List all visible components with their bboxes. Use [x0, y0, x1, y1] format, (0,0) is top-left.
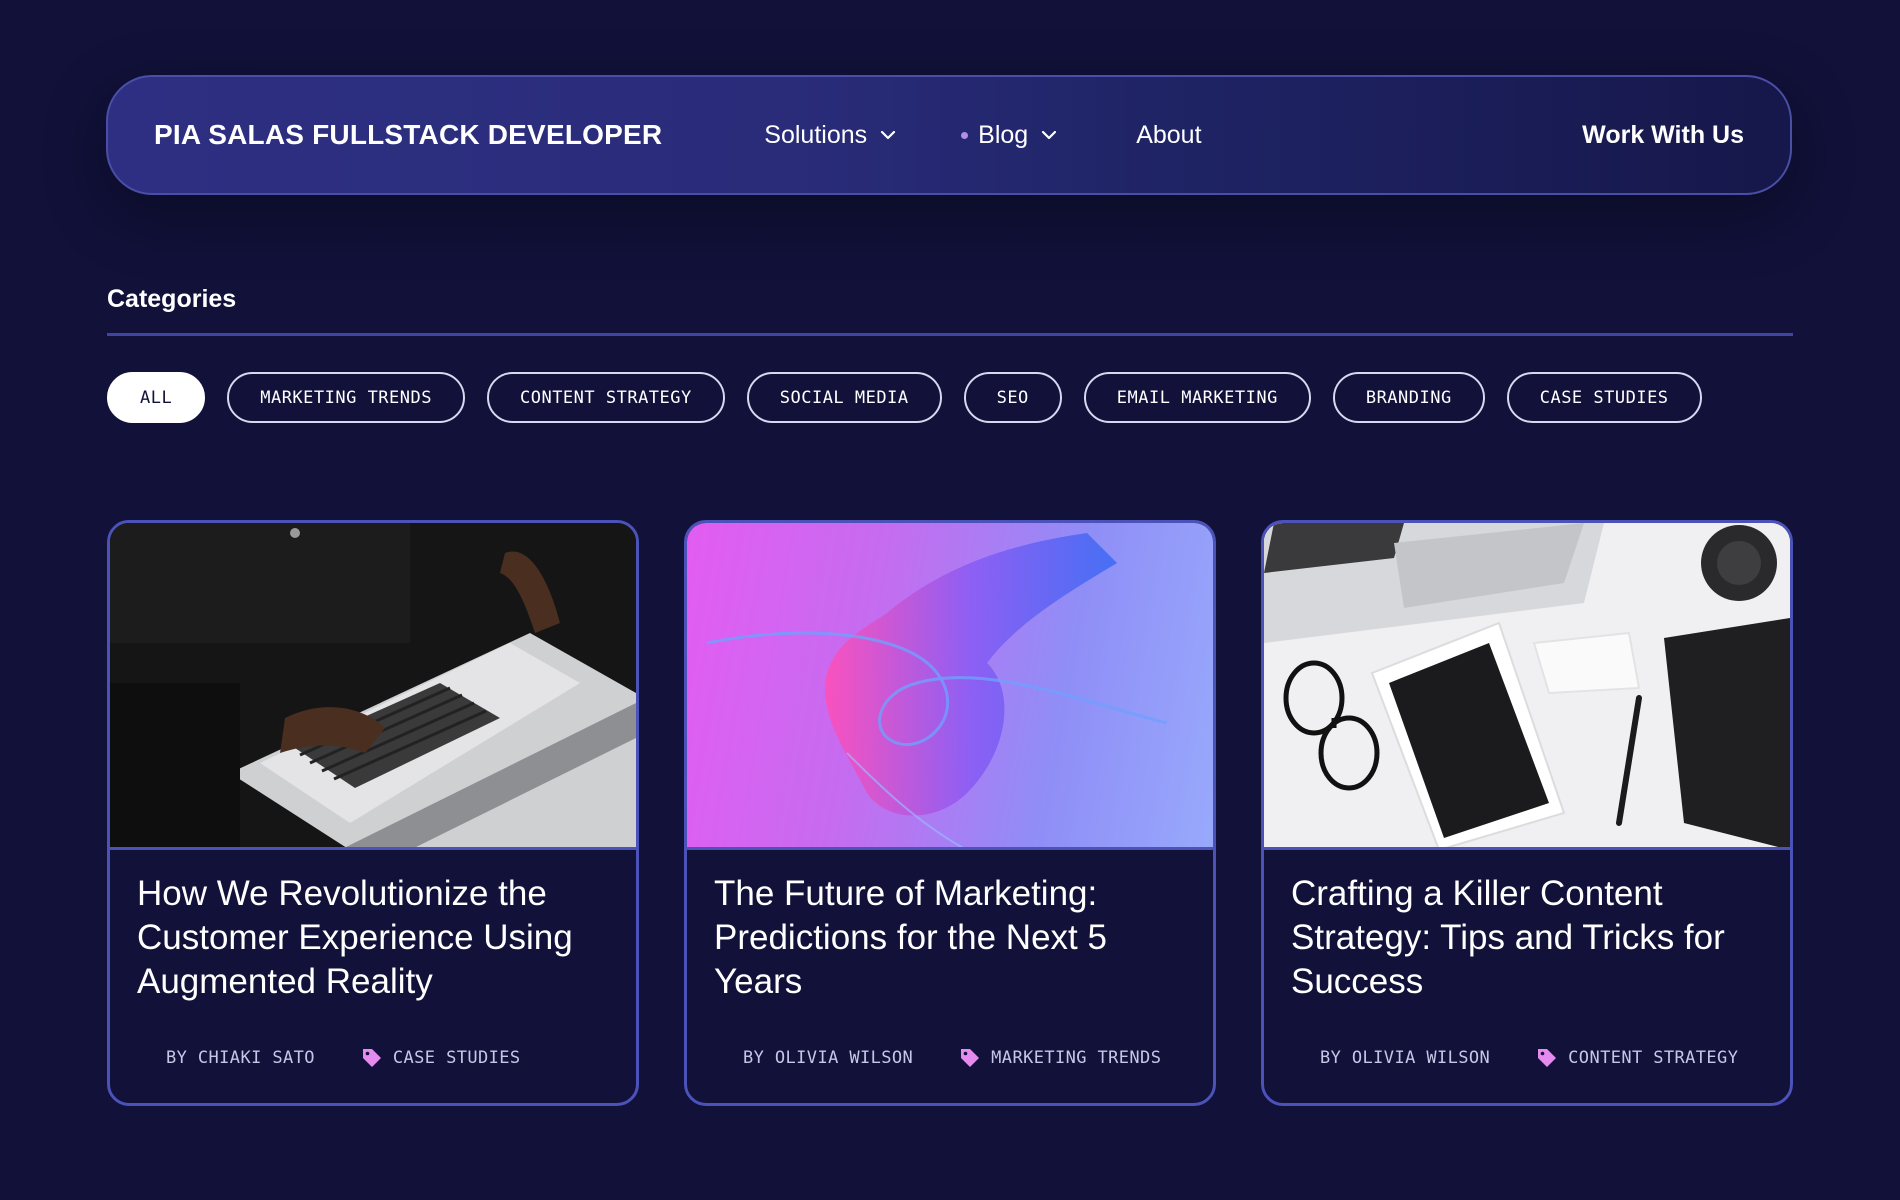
nav-item-about[interactable]: About: [1136, 121, 1201, 150]
nav-item-label: Solutions: [764, 120, 868, 149]
brand-logo-text[interactable]: PIA SALAS FULLSTACK DEVELOPER: [154, 119, 662, 151]
categories-heading: Categories: [107, 285, 237, 313]
post-category-label: MARKETING TRENDS: [991, 1048, 1162, 1068]
chip-case-studies[interactable]: CASE STUDIES: [1506, 372, 1702, 423]
post-meta: BY OLIVIA WILSON MARKETING TRENDS: [743, 1047, 1161, 1069]
desk-flatlay-photo: [1264, 523, 1790, 850]
tag-icon: [961, 1049, 980, 1067]
chip-all[interactable]: ALL: [107, 372, 206, 423]
blog-post-card[interactable]: Crafting a Killer Content Strategy: Tips…: [1261, 520, 1793, 1106]
chip-marketing-trends[interactable]: MARKETING TRENDS: [227, 372, 465, 423]
nav-item-solutions[interactable]: Solutions: [764, 121, 897, 150]
post-author: BY OLIVIA WILSON: [743, 1048, 914, 1068]
chip-social-media[interactable]: SOCIAL MEDIA: [746, 372, 942, 423]
post-title[interactable]: Crafting a Killer Content Strategy: Tips…: [1264, 850, 1790, 1004]
blog-post-card[interactable]: How We Revolutionize the Customer Experi…: [107, 520, 639, 1106]
nav-links: Solutions Blog About: [764, 121, 1201, 150]
post-meta: BY OLIVIA WILSON CONTENT STRATEGY: [1320, 1047, 1738, 1069]
tag-icon: [362, 1049, 381, 1067]
post-category[interactable]: CONTENT STRATEGY: [1536, 1047, 1738, 1069]
category-filter-chips: ALL MARKETING TRENDS CONTENT STRATEGY SO…: [107, 372, 1702, 423]
work-with-us-button[interactable]: Work With Us: [1582, 121, 1744, 150]
top-navigation: PIA SALAS FULLSTACK DEVELOPER Solutions …: [106, 75, 1792, 195]
neon-hand-photo: [687, 523, 1213, 850]
post-category-label: CASE STUDIES: [392, 1048, 521, 1068]
tag-icon: [1538, 1049, 1557, 1067]
post-author: BY OLIVIA WILSON: [1320, 1048, 1491, 1068]
nav-item-label: About: [1136, 120, 1202, 149]
chevron-down-icon: [881, 130, 896, 140]
laptop-typing-photo: [110, 523, 636, 850]
post-title[interactable]: How We Revolutionize the Customer Experi…: [110, 850, 636, 1004]
categories-divider: [107, 333, 1793, 336]
chip-branding[interactable]: BRANDING: [1332, 372, 1485, 423]
post-author: BY CHIAKI SATO: [166, 1048, 315, 1068]
blog-post-grid: How We Revolutionize the Customer Experi…: [107, 520, 1793, 1106]
chip-seo[interactable]: SEO: [963, 372, 1062, 423]
nav-item-blog[interactable]: Blog: [961, 121, 1058, 150]
blog-post-card[interactable]: The Future of Marketing: Predictions for…: [684, 520, 1216, 1106]
nav-item-label: Blog: [978, 120, 1029, 149]
active-indicator-dot: [961, 131, 969, 139]
chevron-down-icon: [1042, 130, 1057, 140]
post-category[interactable]: MARKETING TRENDS: [959, 1047, 1161, 1069]
post-category-label: CONTENT STRATEGY: [1568, 1048, 1739, 1068]
chip-content-strategy[interactable]: CONTENT STRATEGY: [486, 372, 725, 423]
post-category[interactable]: CASE STUDIES: [361, 1047, 521, 1069]
post-meta: BY CHIAKI SATO CASE STUDIES: [166, 1047, 521, 1069]
post-title[interactable]: The Future of Marketing: Predictions for…: [687, 850, 1213, 1004]
chip-email-marketing[interactable]: EMAIL MARKETING: [1083, 372, 1311, 423]
